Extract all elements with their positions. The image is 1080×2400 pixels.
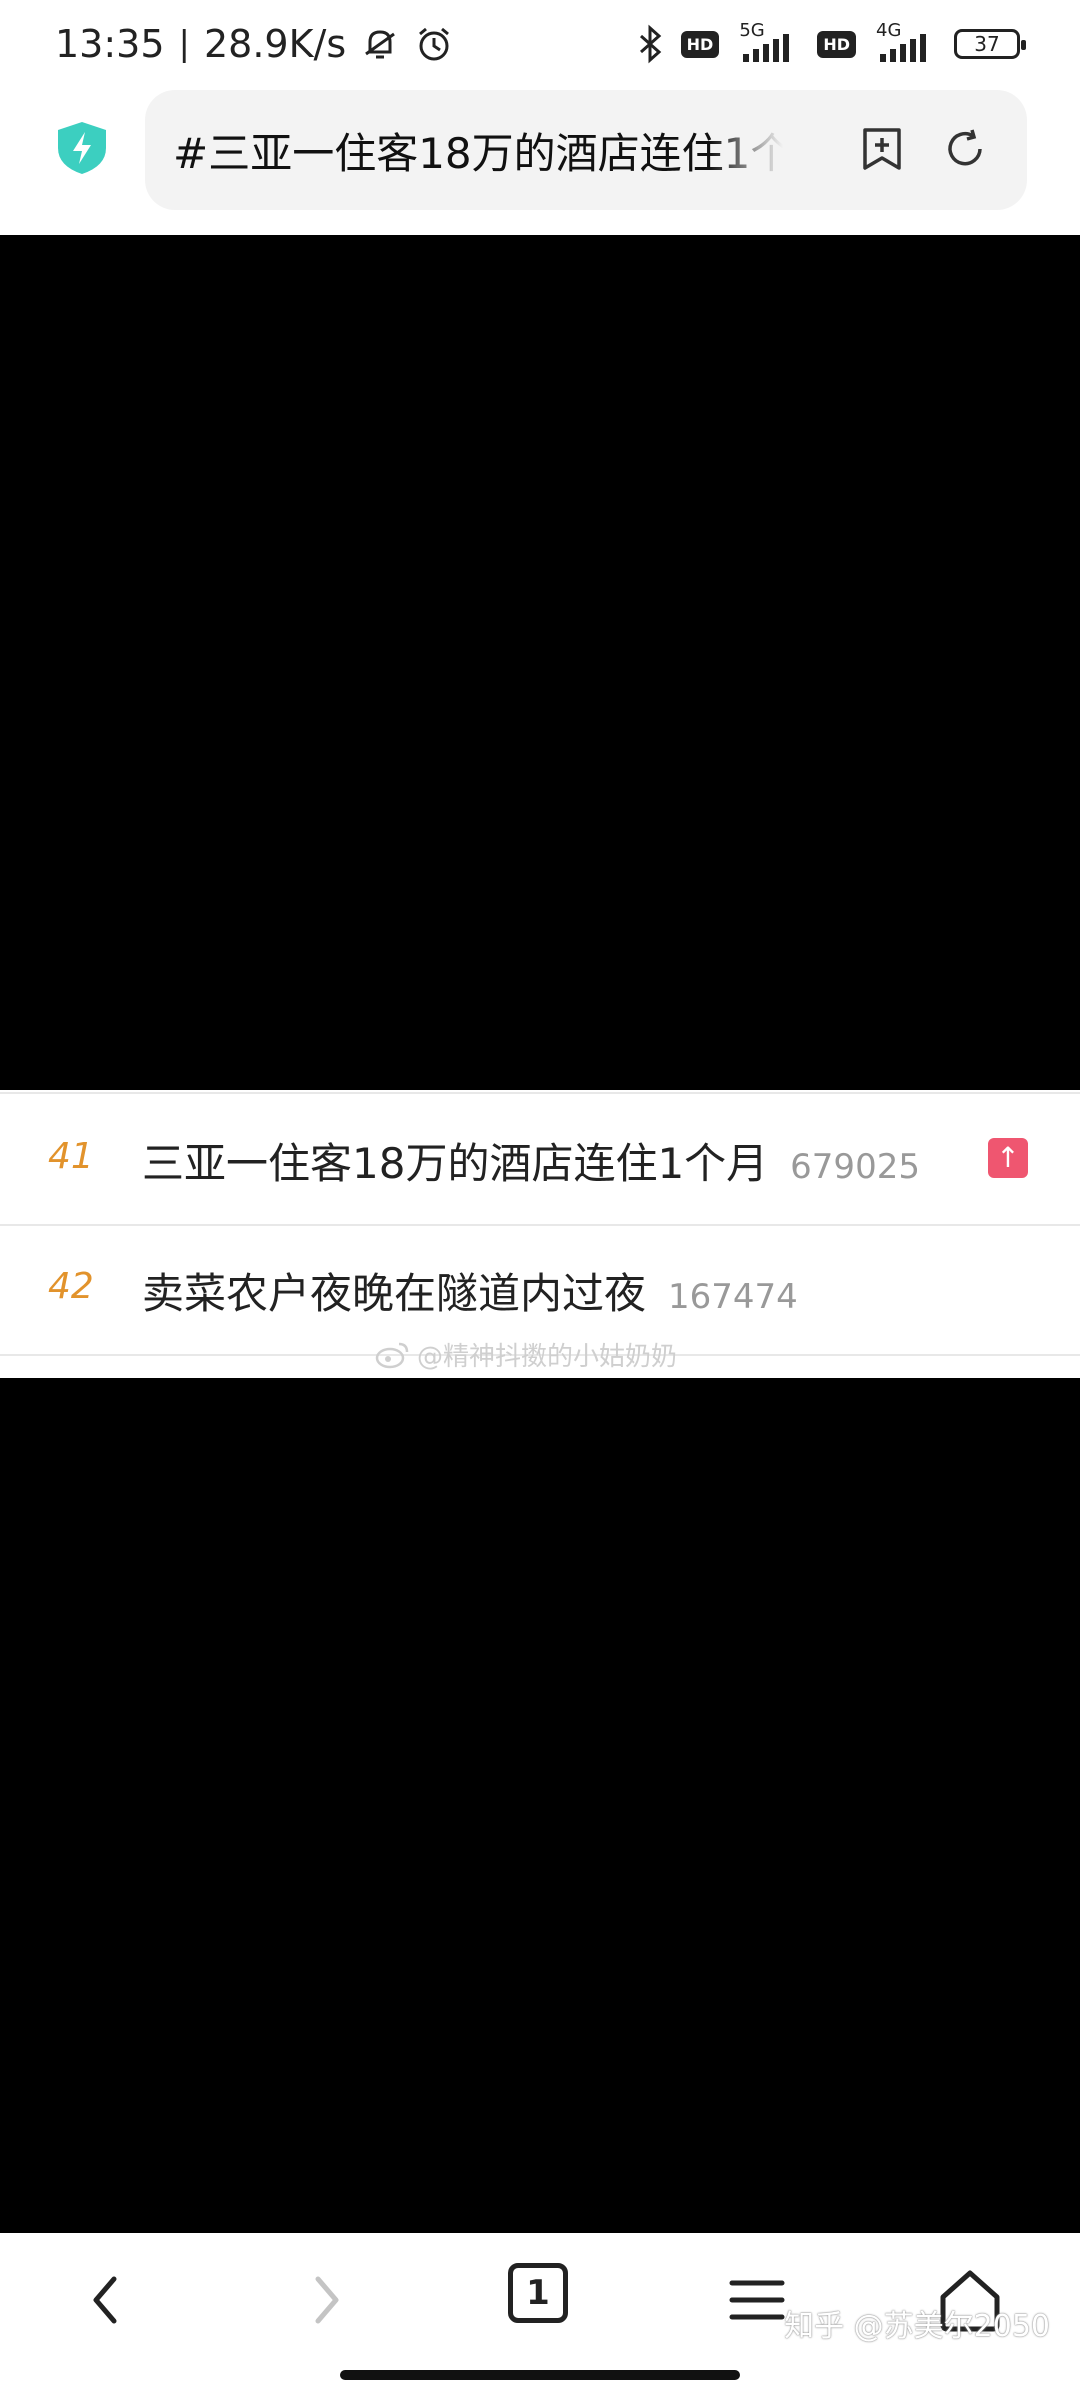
network-speed: 28.9K/s xyxy=(203,22,347,66)
mute-bell-icon xyxy=(365,30,395,59)
hot-count: 679025 xyxy=(790,1147,920,1187)
hd-badge: HD xyxy=(680,30,720,58)
signal-bars-icon-2 xyxy=(880,34,926,62)
bookmark-add-icon[interactable] xyxy=(857,124,907,174)
weibo-logo-icon xyxy=(375,1342,409,1368)
signal-bars-icon xyxy=(743,34,790,62)
hot-title-text: 卖菜农户夜晚在隧道内过夜 xyxy=(142,1269,647,1318)
menu-icon[interactable] xyxy=(722,2265,792,2335)
signal-5g: 5G xyxy=(733,20,803,64)
rank-number: 42 xyxy=(48,1266,94,1307)
refresh-icon[interactable] xyxy=(940,124,990,174)
rising-badge-icon: ↑ xyxy=(988,1138,1028,1178)
battery-icon: 37 xyxy=(954,29,1026,59)
hot-title[interactable]: 三亚一住客18万的酒店连住1个月 679025 xyxy=(142,1130,920,1191)
status-separator: | xyxy=(178,24,190,64)
status-bar: 13:35 | 28.9K/s HD 5G HD 4G 37 xyxy=(0,0,1080,90)
security-shield-icon[interactable] xyxy=(56,120,108,176)
list-item[interactable]: 41 三亚一住客18万的酒店连住1个月 679025 ↑ xyxy=(0,1092,1080,1226)
hot-count: 167474 xyxy=(668,1277,798,1317)
status-left: 13:35 | 28.9K/s xyxy=(55,22,454,66)
forward-icon[interactable] xyxy=(290,2265,360,2335)
signal-4g: 4G xyxy=(870,20,940,64)
zhihu-watermark: 知乎 @苏美尔2050 xyxy=(784,2309,1050,2344)
rank-number: 41 xyxy=(48,1136,94,1177)
url-text[interactable]: #三亚一住客18万的酒店连住1个月# xyxy=(173,120,783,180)
hot-title-text: 三亚一住客18万的酒店连住1个月 xyxy=(142,1139,769,1188)
media-area-bottom xyxy=(0,1378,1080,2233)
gesture-bar[interactable] xyxy=(340,2370,740,2380)
clock: 13:35 xyxy=(55,22,165,66)
address-bar-row: #三亚一住客18万的酒店连住1个月# xyxy=(0,90,1080,235)
hot-title[interactable]: 卖菜农户夜晚在隧道内过夜 167474 xyxy=(142,1260,798,1321)
weibo-watermark: @精神抖擞的小姑奶奶 xyxy=(375,1336,677,1373)
status-icons: HD 5G HD 4G 37 xyxy=(633,20,1026,64)
hd-badge-2: HD xyxy=(817,30,856,58)
media-area-top xyxy=(0,235,1080,1090)
watermark-text: @精神抖擞的小姑奶奶 xyxy=(417,1342,678,1372)
address-bar[interactable]: #三亚一住客18万的酒店连住1个月# xyxy=(145,90,1027,210)
back-icon[interactable] xyxy=(72,2265,142,2335)
alarm-icon xyxy=(419,27,450,61)
tabs-button[interactable]: 1 xyxy=(508,2263,568,2323)
bluetooth-icon xyxy=(639,24,661,64)
